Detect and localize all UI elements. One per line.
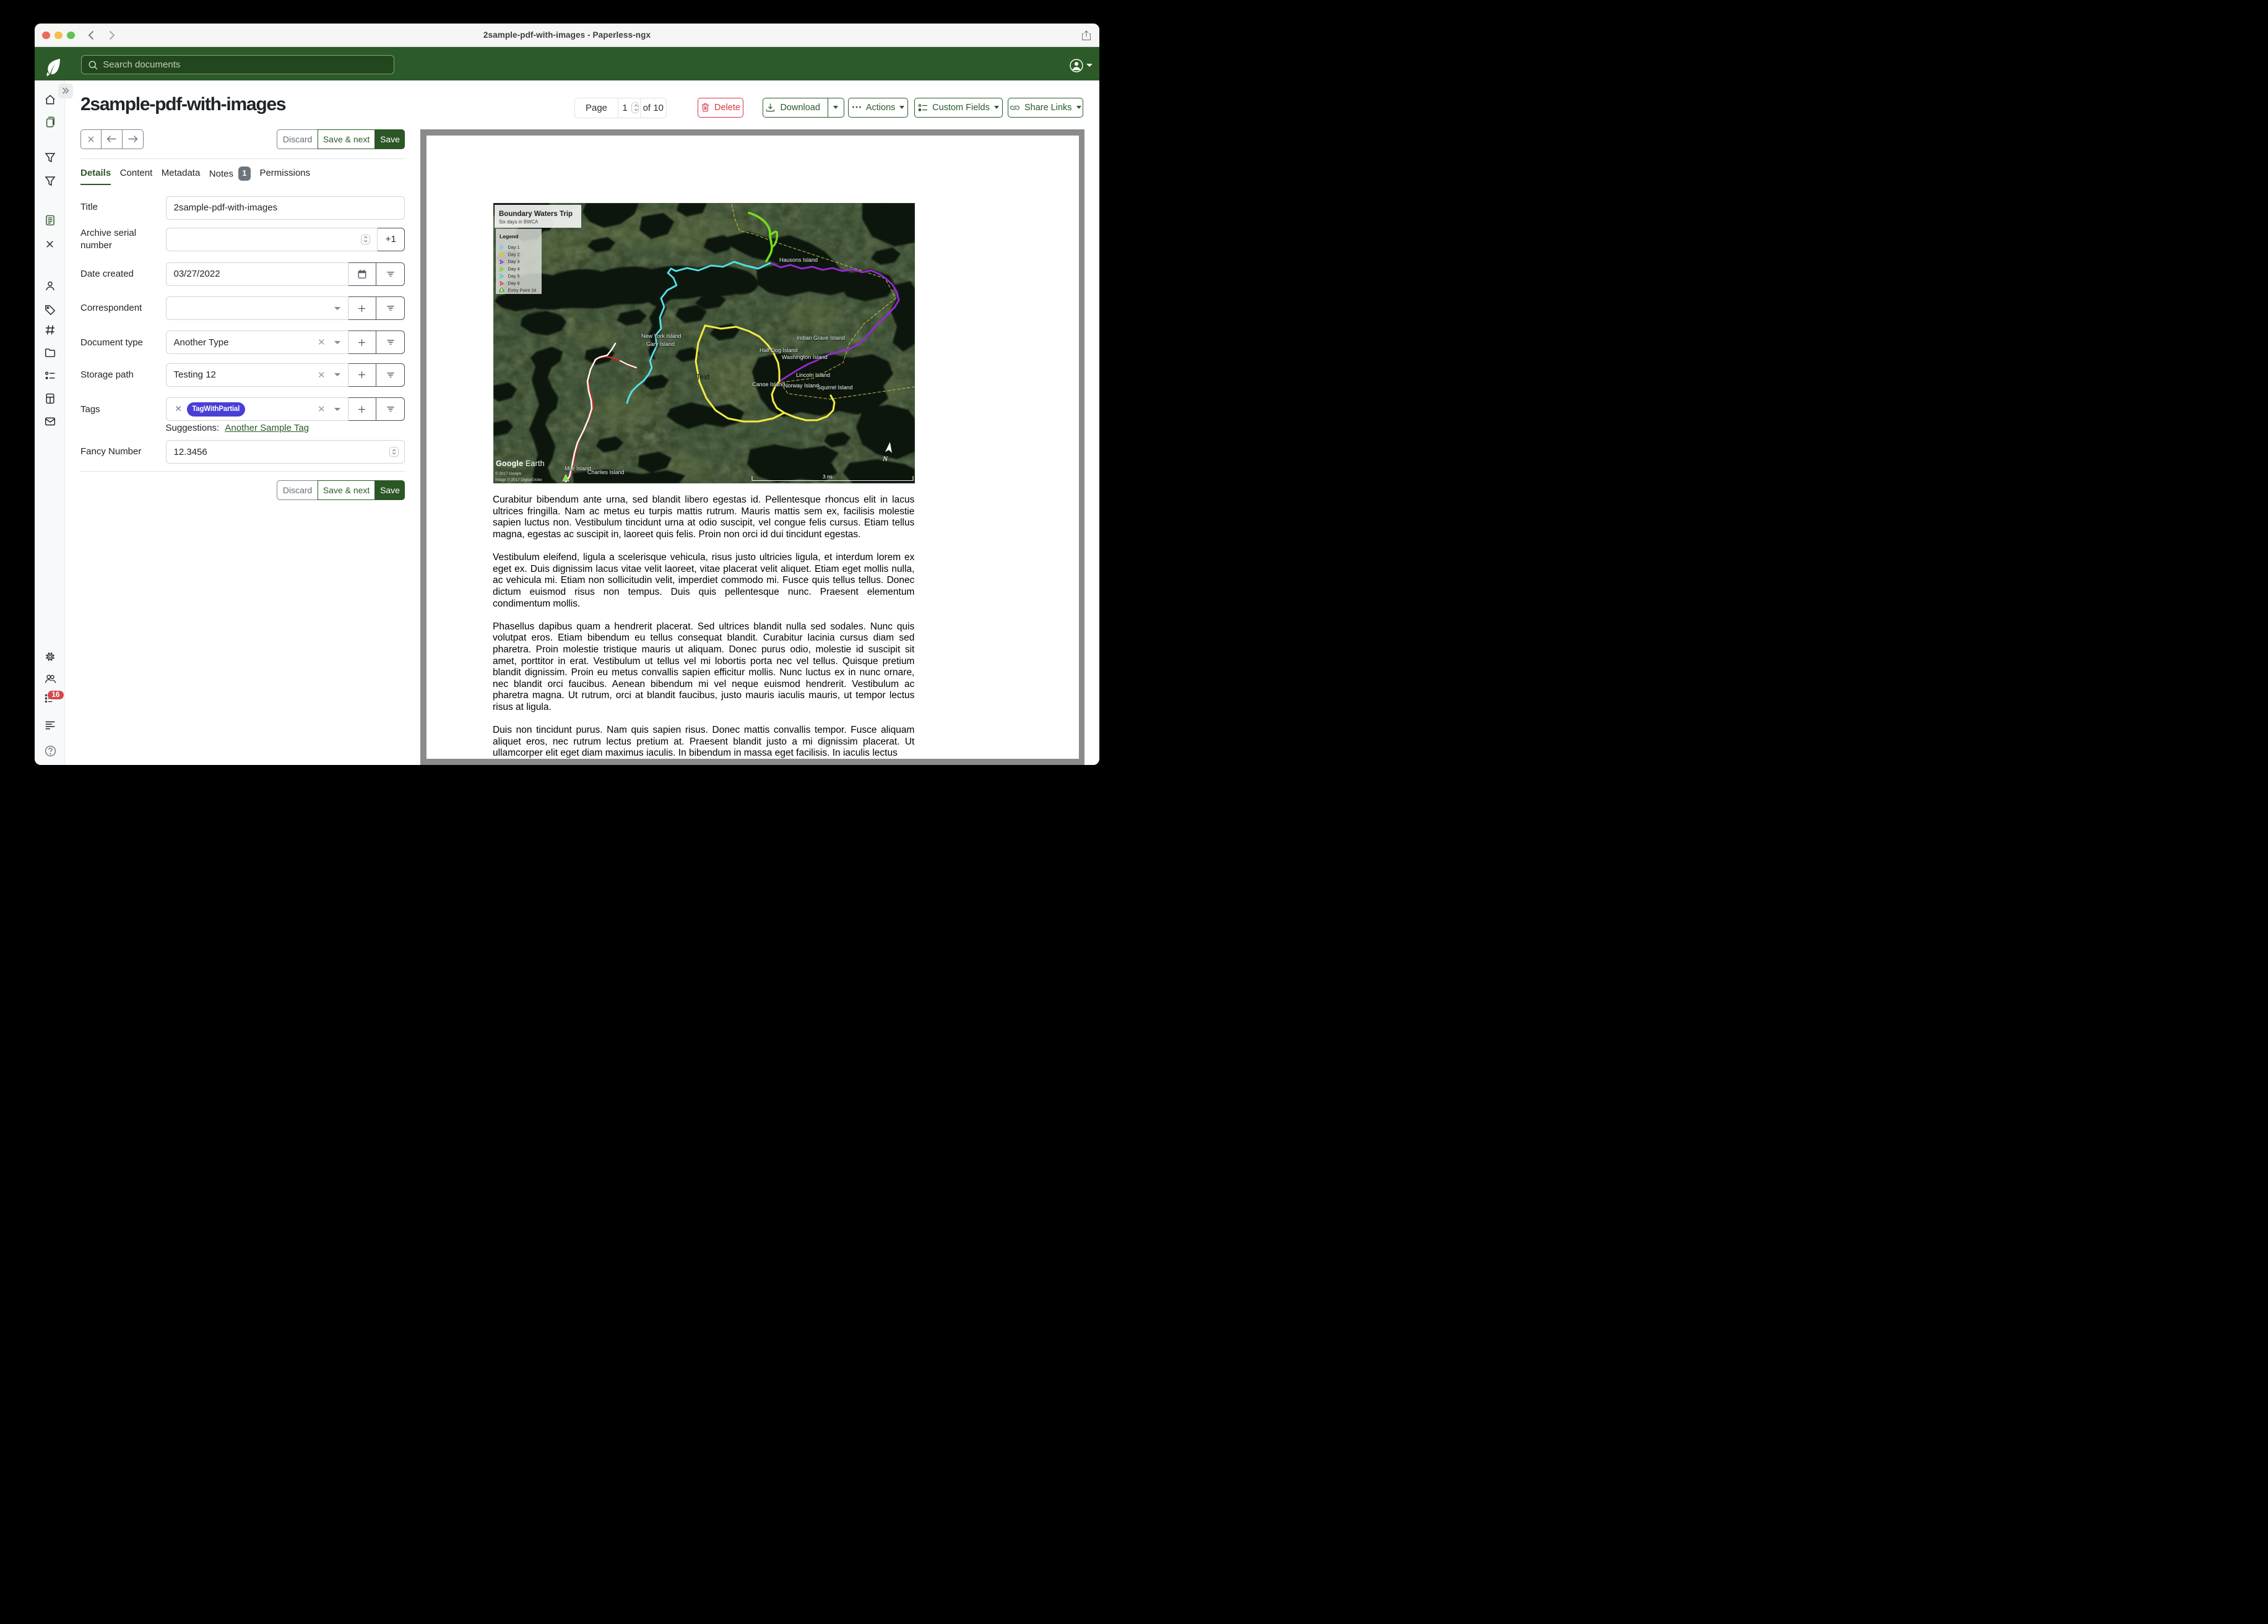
svg-text:Day 2: Day 2 [508, 252, 520, 257]
svg-text:Washington Island: Washington Island [782, 354, 828, 360]
svg-text:Charlies Island: Charlies Island [587, 469, 625, 475]
svg-text:Six days in BWCA: Six days in BWCA [499, 219, 539, 225]
svg-text:New York Island: New York Island [641, 333, 682, 339]
svg-text:Image © 2017 DigitalGlobe: Image © 2017 DigitalGlobe [495, 477, 542, 482]
svg-text:Day 6: Day 6 [508, 280, 520, 286]
svg-text:3 mi: 3 mi [823, 473, 833, 480]
svg-text:Day 5: Day 5 [508, 274, 520, 279]
svg-text:Day 3: Day 3 [508, 259, 520, 265]
svg-text:Half Dog Island: Half Dog Island [760, 347, 798, 353]
svg-text:Legend: Legend [500, 233, 519, 240]
svg-text:Canoe Island: Canoe Island [752, 381, 785, 387]
svg-text:Google Earth: Google Earth [496, 459, 545, 468]
svg-text:Squirrel Island: Squirrel Island [817, 384, 853, 391]
svg-text:© 2017 Google: © 2017 Google [495, 471, 522, 476]
svg-text:Norway Island: Norway Island [784, 382, 819, 389]
svg-text:Lincoln Island: Lincoln Island [796, 372, 830, 378]
svg-text:Text: Text [696, 374, 710, 381]
svg-text:Boundary Waters Trip: Boundary Waters Trip [499, 210, 573, 218]
svg-text:Day 4: Day 4 [508, 266, 520, 272]
svg-text:Gary Island: Gary Island [646, 341, 675, 347]
svg-text:Entry Point 24: Entry Point 24 [508, 288, 537, 293]
svg-text:Indian Grave Island: Indian Grave Island [797, 335, 845, 341]
svg-text:Day 1: Day 1 [508, 244, 520, 250]
svg-text:Hausons Island: Hausons Island [779, 257, 818, 263]
svg-text:N: N [882, 454, 888, 463]
